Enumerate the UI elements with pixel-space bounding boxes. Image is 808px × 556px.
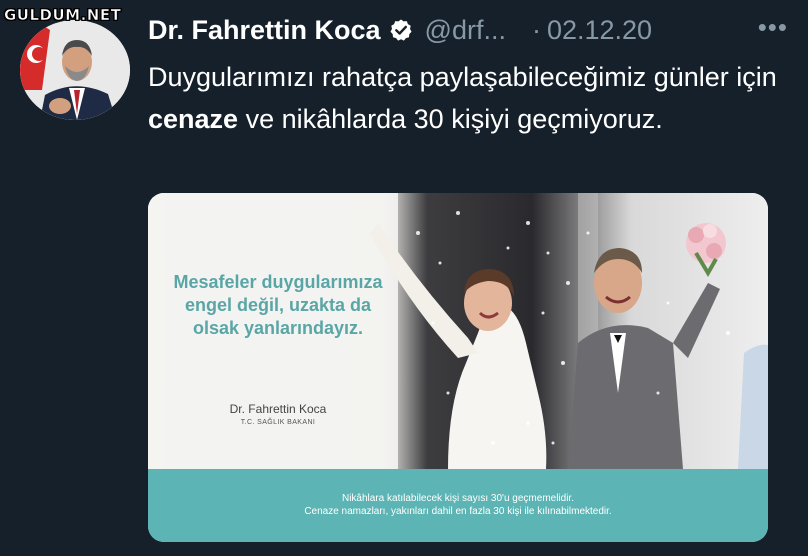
card-footer-line2: Cenaze namazları, yakınları dahil en faz… [304,506,612,517]
tweet-text-part2: ve nikâhlarda 30 kişiyi geçmiyoruz. [238,104,663,134]
media-card[interactable]: Mesafeler duygularımıza engel değil, uza… [148,193,768,542]
author-name[interactable]: Dr. Fahrettin Koca [148,15,381,46]
verified-badge-icon [389,18,413,42]
tweet-text: Duygularımızı rahatça paylaşabileceğimiz… [148,56,788,140]
card-text-panel: Mesafeler duygularımıza engel değil, uza… [148,193,398,469]
tweet-text-bold: cenaze [148,104,239,134]
separator-dot: · [531,14,541,45]
tweet-date[interactable]: 02.12.20 [547,15,652,46]
tweet-header: Dr. Fahrettin Koca @drf... · 02.12.20 ••… [148,10,788,50]
author-handle[interactable]: @drf... [425,15,506,46]
card-headline: Mesafeler duygularımıza engel değil, uza… [173,272,383,338]
tweet-text-part1: Duygularımızı rahatça paylaşabileceğimiz… [148,62,777,92]
card-footer: Nikâhlara katılabilecek kişi sayısı 30'u… [148,469,768,542]
avatar-photo [20,20,130,120]
card-signature-title: T.C. SAĞLIK BAKANI [240,419,316,426]
watermark-logo: GULDUM.NET [4,6,122,25]
avatar[interactable] [20,20,130,120]
card-footer-line1: Nikâhlara katılabilecek kişi sayısı 30'u… [341,493,574,504]
card-signature-name: Dr. Fahrettin Koca [229,402,327,416]
more-options-icon[interactable]: ••• [758,12,788,43]
